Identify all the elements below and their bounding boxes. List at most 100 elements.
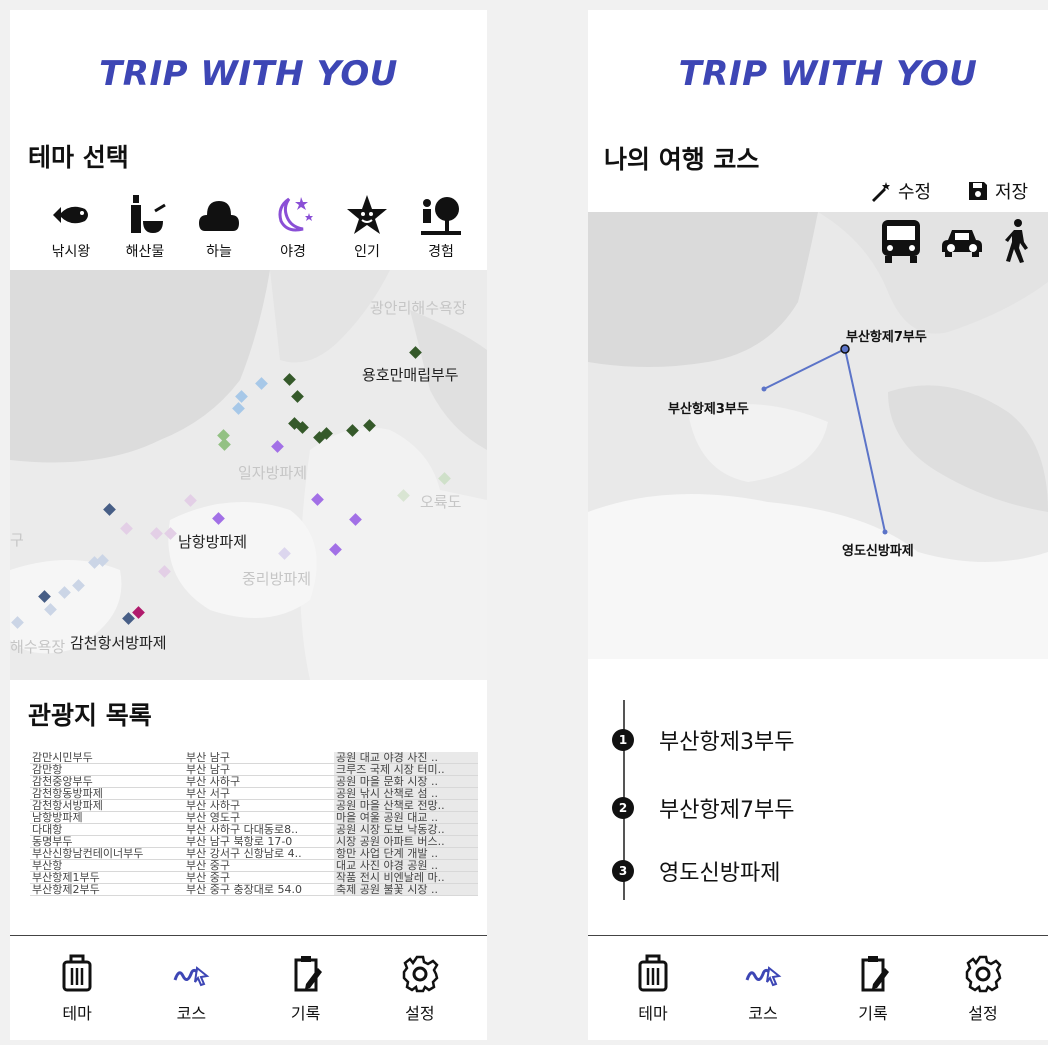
route-point-7 xyxy=(840,344,850,354)
route-lines xyxy=(761,344,888,535)
table-row[interactable]: 남항방파제 부산 영도구 마을 여울 공원 대교 .. xyxy=(30,811,478,824)
theme-night[interactable]: 야경 xyxy=(258,193,328,273)
table-row[interactable]: 감만시민부두 부산 남구 공원 대교 야경 사진 .. xyxy=(30,752,478,764)
spot-address-cell: 부산 중구 xyxy=(184,871,334,884)
spot-address-cell: 부산 강서구 신항남로 4.. xyxy=(184,847,334,860)
spot-tags-cell: 크루즈 국제 시장 터미.. xyxy=(334,763,478,776)
nav-course-label: 코스 xyxy=(176,1004,207,1023)
map-label-namhang: 남항방파제 xyxy=(178,533,248,551)
route-line-7-to-yeongdo xyxy=(844,348,886,533)
map-label-yeongdo: 영도신방파제 xyxy=(842,544,914,559)
course-map[interactable]: 부산항제7부두 부산항제3부두 영도신방파제 xyxy=(588,212,1048,659)
theme-screen: TRIP WITH YOU 테마 선택 낚시왕 해산물 하늘 야경 인기 경험 xyxy=(10,10,487,1040)
spot-name-cell: 부산신항남컨테이너부두 xyxy=(30,847,184,860)
spot-tags-cell: 공원 낚시 산책로 섬 .. xyxy=(334,787,478,800)
map-label-haesu: 해수욕장 xyxy=(10,638,66,656)
course-item-1[interactable]: 1 부산항제3부두 xyxy=(612,724,794,756)
spot-address-cell: 부산 서구 xyxy=(184,787,334,800)
theme-seafood[interactable]: 해산물 xyxy=(110,193,180,273)
person-tree-icon xyxy=(421,197,461,235)
course-number: 1 xyxy=(612,729,634,751)
table-row[interactable]: 동명부두 부산 남구 북항로 17-0 시장 공원 아파트 버스.. xyxy=(30,835,478,848)
theme-fishing[interactable]: 낚시왕 xyxy=(36,193,106,273)
clipboard-pen-icon xyxy=(294,956,322,992)
nav-theme[interactable]: 테마 xyxy=(37,936,117,1040)
spot-tags-cell: 작품 전시 비엔날레 마.. xyxy=(334,871,478,884)
theme-fishing-label: 낚시왕 xyxy=(51,244,91,260)
table-row[interactable]: 다대항 부산 사하구 다대동로8.. 공원 시장 도보 낙동강.. xyxy=(30,823,478,836)
theme-popular[interactable]: 인기 xyxy=(332,193,402,273)
car-icon xyxy=(942,230,982,257)
star-icon xyxy=(347,195,387,234)
spot-address-cell: 부산 남구 북항로 17-0 xyxy=(184,835,334,848)
theme-night-label: 야경 xyxy=(280,244,306,260)
spot-name-cell: 부산항 xyxy=(30,859,184,872)
spot-name-cell: 부산항제2부두 xyxy=(30,883,184,896)
bottle-bowl-icon xyxy=(131,195,166,233)
save-label: 저장 xyxy=(995,182,1029,203)
brand-title: TRIP WITH YOU xyxy=(678,54,978,94)
nav-record[interactable]: 기록 xyxy=(266,936,346,1040)
course-name: 부산항제7부두 xyxy=(659,798,795,823)
nav-course[interactable]: 코스 xyxy=(723,936,803,1040)
tourist-map[interactable]: 광안리해수욕장 용호만매립부두 일자방파제 오륙도 구 남항방파제 중리방파제 … xyxy=(10,270,487,680)
edit-button[interactable]: 수정 xyxy=(870,178,931,204)
suitcase-icon xyxy=(62,954,92,992)
table-row[interactable]: 감천항동방파제 부산 서구 공원 낚시 산책로 섬 .. xyxy=(30,787,478,800)
map-label-gamcheon: 감천항서방파제 xyxy=(70,634,167,652)
table-row[interactable]: 감만항 부산 남구 크루즈 국제 시장 터미.. xyxy=(30,763,478,776)
map-label-ilja: 일자방파제 xyxy=(238,464,308,482)
spot-tags-cell: 축제 공원 불꽃 시장 .. xyxy=(334,883,478,896)
map-label-pier3: 부산항제3부두 xyxy=(668,402,749,417)
spot-address-cell: 부산 중구 xyxy=(184,859,334,872)
nav-theme[interactable]: 테마 xyxy=(613,936,693,1040)
edit-label: 수정 xyxy=(898,182,932,203)
nav-course[interactable]: 코스 xyxy=(151,936,231,1040)
nav-settings[interactable]: 설정 xyxy=(380,936,460,1040)
course-item-2[interactable]: 2 부산항제7부두 xyxy=(612,792,794,824)
gear-icon xyxy=(402,955,439,993)
spot-address-cell: 부산 사하구 xyxy=(184,799,334,812)
nav-settings[interactable]: 설정 xyxy=(943,936,1023,1040)
map-label-yongho: 용호만매립부두 xyxy=(362,366,459,384)
nav-record[interactable]: 기록 xyxy=(833,936,913,1040)
spot-name-cell: 감천중앙부두 xyxy=(30,775,184,788)
spot-name-cell: 동명부두 xyxy=(30,835,184,848)
table-row[interactable]: 감천중앙부두 부산 사하구 공원 마을 문화 시장 .. xyxy=(30,775,478,788)
nav-record-label: 기록 xyxy=(290,1004,321,1023)
bottom-nav: 테마 코스 기록 설정 xyxy=(588,935,1048,1040)
spot-name-cell: 감만시민부두 xyxy=(30,752,184,764)
theme-popular-label: 인기 xyxy=(354,244,380,260)
spot-tags-cell: 항만 사업 단계 개발 .. xyxy=(334,847,478,860)
map-label-gu: 구 xyxy=(10,531,24,549)
course-screen: TRIP WITH YOU 나의 여행 코스 수정 저장 부산항제7부두 부산항… xyxy=(588,10,1048,1040)
route-icon xyxy=(745,966,782,987)
course-item-3[interactable]: 3 영도신방파제 xyxy=(612,855,780,887)
bus-icon xyxy=(882,220,920,263)
route-icon xyxy=(173,966,210,987)
course-number: 2 xyxy=(612,797,634,819)
table-row[interactable]: 부산항제2부두 부산 중구 충장대로 54.0 축제 공원 불꽃 시장 .. xyxy=(30,883,478,896)
save-button[interactable]: 저장 xyxy=(967,178,1028,204)
spot-tags-cell: 대교 사진 야경 공원 .. xyxy=(334,859,478,872)
brand-title: TRIP WITH YOU xyxy=(99,54,398,94)
map-label-jungri: 중리방파제 xyxy=(242,570,312,588)
table-row[interactable]: 감천항서방파제 부산 사하구 공원 마을 산책로 전망.. xyxy=(30,799,478,812)
spot-address-cell: 부산 영도구 xyxy=(184,811,334,824)
theme-experience[interactable]: 경험 xyxy=(406,193,476,273)
table-row[interactable]: 부산항 부산 중구 대교 사진 야경 공원 .. xyxy=(30,859,478,872)
spot-name-cell: 감천항동방파제 xyxy=(30,787,184,800)
table-row[interactable]: 부산항제1부두 부산 중구 작품 전시 비엔날레 마.. xyxy=(30,871,478,884)
cloud-icon xyxy=(199,201,239,231)
fish-icon xyxy=(53,206,88,224)
theme-sky[interactable]: 하늘 xyxy=(184,193,254,273)
theme-section-title: 테마 선택 xyxy=(28,143,129,172)
table-row[interactable]: 부산신항남컨테이너부두 부산 강서구 신항남로 4.. 항만 사업 단계 개발 .. xyxy=(30,847,478,860)
walk-icon xyxy=(1005,219,1028,263)
nav-record-label: 기록 xyxy=(858,1004,888,1023)
spot-tags-cell: 마을 여울 공원 대교 .. xyxy=(334,811,478,824)
list-section-title: 관광지 목록 xyxy=(28,701,152,730)
spot-name-cell: 남항방파제 xyxy=(30,811,184,824)
floppy-icon xyxy=(969,182,987,200)
nav-settings-label: 설정 xyxy=(405,1004,435,1023)
